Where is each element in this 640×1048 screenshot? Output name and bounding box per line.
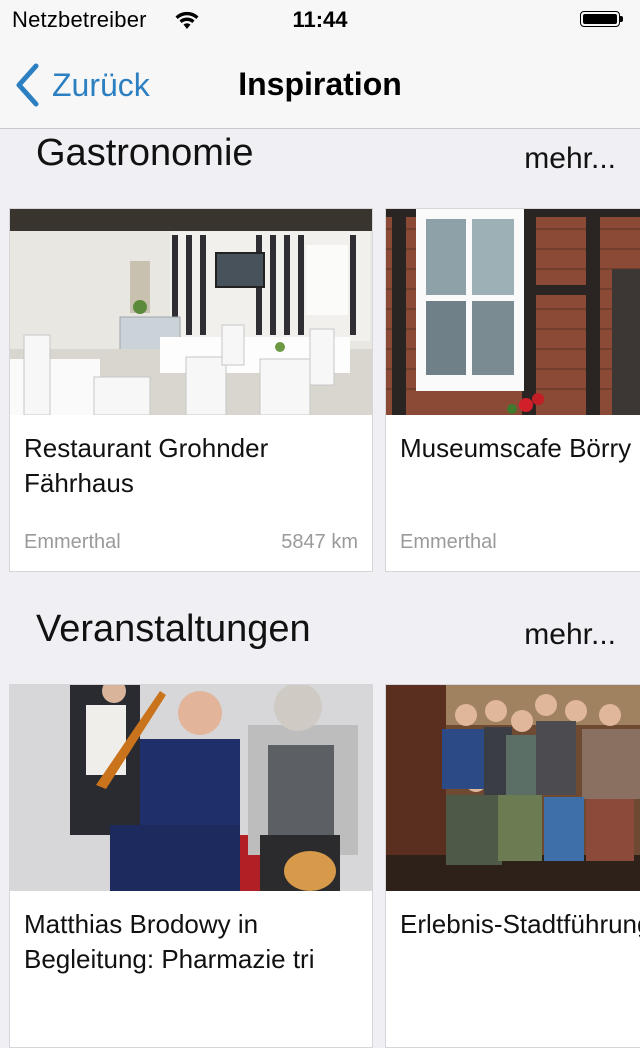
section-title-gastronomie: Gastronomie — [36, 132, 254, 174]
musicians-photo — [10, 685, 372, 891]
card-title: Erlebnis-Stadtführung durch Rinteln — [400, 909, 640, 939]
card-museumscafe-boerry[interactable]: Museumscafe Börry Emmerthal — [385, 208, 640, 572]
card-location: Emmerthal — [400, 531, 497, 553]
card-distance: 5847 km — [281, 531, 358, 553]
card-title: Museumscafe Börry — [400, 433, 632, 463]
status-bar: Netzbetreiber 11:44 — [0, 0, 640, 40]
page-title: Inspiration — [238, 66, 402, 102]
more-link-veranstaltungen[interactable]: mehr... — [524, 618, 616, 652]
card-restaurant-grohnder[interactable]: Restaurant Grohnder Fährhaus Emmerthal 5… — [9, 208, 373, 572]
more-link-gastronomie[interactable]: mehr... — [524, 142, 616, 176]
section-title-veranstaltungen: Veranstaltungen — [36, 608, 311, 650]
card-matthias-brodowy[interactable]: Matthias Brodowy in Begleitung: Pharmazi… — [9, 684, 373, 1048]
navigation-bar: Zurück Inspiration — [0, 40, 640, 129]
card-erlebnis-stadtfuehrung[interactable]: Erlebnis-Stadtführung durch Rinteln — [385, 684, 640, 1048]
restaurant-interior-photo — [10, 209, 372, 415]
card-title: Matthias Brodowy in Begleitung: Pharmazi… — [24, 909, 315, 974]
card-location: Emmerthal — [24, 531, 121, 553]
card-title: Restaurant Grohnder Fährhaus — [24, 433, 269, 498]
status-time: 11:44 — [292, 7, 348, 32]
timber-house-window-photo — [386, 209, 640, 415]
battery-icon — [580, 11, 624, 29]
group-photo — [386, 685, 640, 891]
